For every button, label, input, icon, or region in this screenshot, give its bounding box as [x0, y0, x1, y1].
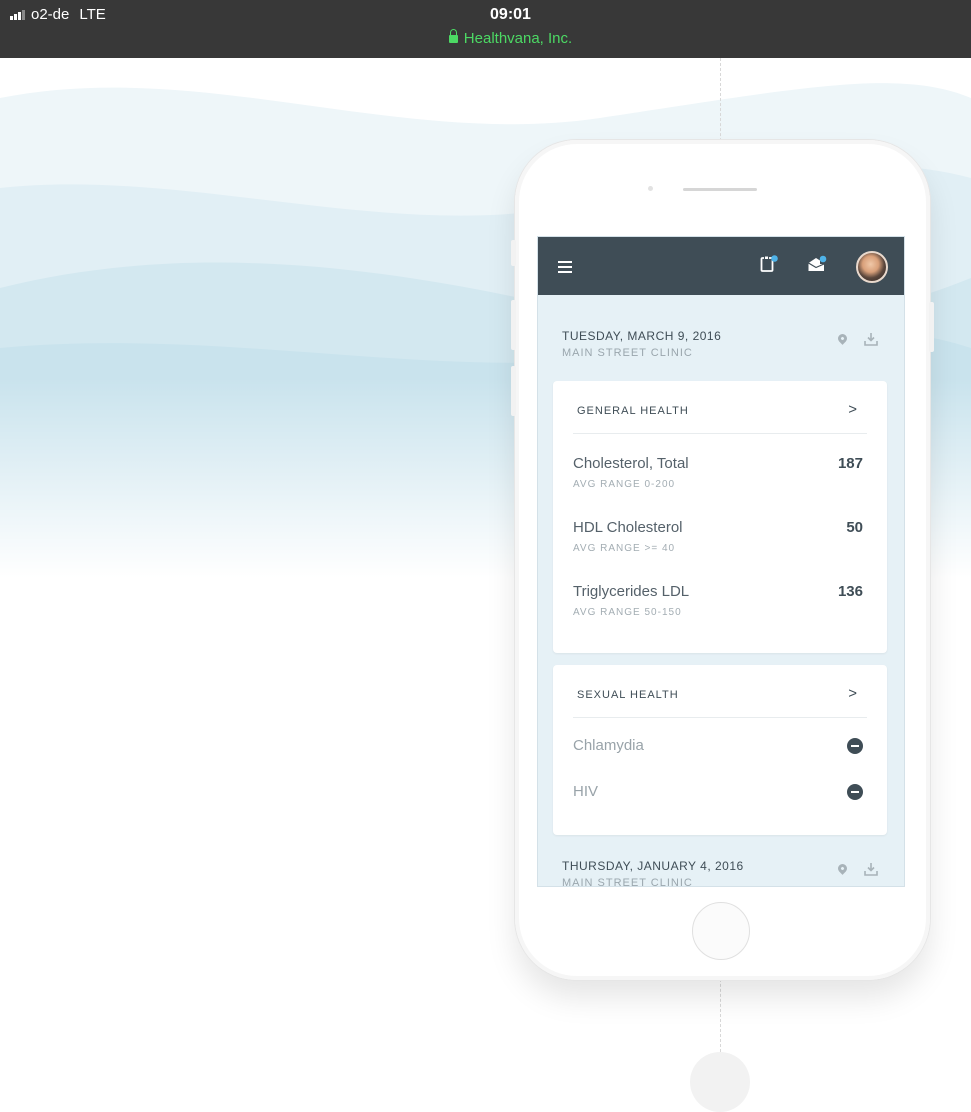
- status-bar: o2-de LTE 09:01 Healthvana, Inc.: [0, 0, 971, 58]
- location-pin-icon[interactable]: [836, 862, 849, 875]
- visit-date: TUESDAY, MARCH 9, 2016: [562, 329, 722, 343]
- sexual-health-card: SEXUAL HEALTH > Chlamydia HIV: [553, 665, 887, 835]
- result-name: HIV: [573, 783, 599, 800]
- home-button[interactable]: [692, 902, 750, 960]
- visit-header: TUESDAY, MARCH 9, 2016 MAIN STREET CLINI…: [562, 329, 721, 359]
- result-name: Cholesterol, Total: [573, 455, 689, 472]
- sexual-health-title: SEXUAL HEALTH: [577, 689, 679, 701]
- minus-circle-icon: [847, 738, 863, 754]
- download-icon[interactable]: [864, 332, 878, 346]
- result-range: AVG RANGE 50-150: [573, 607, 682, 618]
- visit-header: THURSDAY, JANUARY 4, 2016 MAIN STREET CL…: [562, 859, 744, 887]
- visit-location: MAIN STREET CLINIC: [562, 877, 693, 887]
- menu-icon[interactable]: [558, 261, 572, 273]
- result-name: HDL Cholesterol: [573, 519, 683, 536]
- volume-down-button: [511, 366, 516, 416]
- front-camera: [648, 186, 653, 191]
- result-row[interactable]: Chlamydia: [573, 737, 863, 783]
- phone-mockup: TUESDAY, MARCH 9, 2016 MAIN STREET CLINI…: [511, 140, 934, 980]
- result-range: AVG RANGE 0-200: [573, 479, 676, 490]
- result-value: 187: [837, 455, 863, 472]
- result-range: AVG RANGE >= 40: [573, 543, 676, 554]
- app-header: [538, 237, 904, 295]
- app-screen: TUESDAY, MARCH 9, 2016 MAIN STREET CLINI…: [537, 236, 905, 887]
- lock-icon: [448, 29, 458, 43]
- general-health-card: GENERAL HEALTH > Cholesterol, Total AVG …: [553, 381, 887, 653]
- site-name: Healthvana, Inc.: [463, 30, 573, 47]
- chevron-right-icon[interactable]: >: [848, 401, 857, 418]
- chevron-right-icon[interactable]: >: [848, 685, 857, 702]
- visit-date: THURSDAY, JANUARY 4, 2016: [562, 859, 744, 873]
- power-button: [929, 302, 934, 352]
- volume-up-button: [511, 300, 516, 350]
- mute-switch: [511, 240, 516, 266]
- result-value: 50: [846, 519, 863, 536]
- result-row[interactable]: Cholesterol, Total AVG RANGE 0-200 187: [573, 455, 863, 501]
- documents-icon[interactable]: [760, 255, 778, 273]
- clock: 09:01: [490, 6, 531, 23]
- general-health-title: GENERAL HEALTH: [577, 405, 689, 417]
- divider: [573, 717, 867, 718]
- download-icon[interactable]: [864, 862, 878, 876]
- result-value: 136: [837, 583, 863, 600]
- minus-circle-icon: [847, 784, 863, 800]
- visit-location: MAIN STREET CLINIC: [562, 347, 693, 359]
- secure-site-indicator: Healthvana, Inc.: [0, 29, 971, 47]
- result-name: Chlamydia: [573, 737, 644, 754]
- earpiece-speaker: [683, 188, 757, 191]
- result-row[interactable]: HDL Cholesterol AVG RANGE >= 40 50: [573, 519, 863, 565]
- user-avatar[interactable]: [856, 251, 888, 283]
- location-pin-icon[interactable]: [836, 332, 849, 345]
- divider: [573, 433, 867, 434]
- timeline-node: [690, 1052, 750, 1112]
- result-name: Triglycerides LDL: [573, 583, 690, 600]
- result-row[interactable]: Triglycerides LDL AVG RANGE 50-150 136: [573, 583, 863, 629]
- result-row[interactable]: HIV: [573, 783, 863, 829]
- mail-icon[interactable]: [807, 255, 827, 273]
